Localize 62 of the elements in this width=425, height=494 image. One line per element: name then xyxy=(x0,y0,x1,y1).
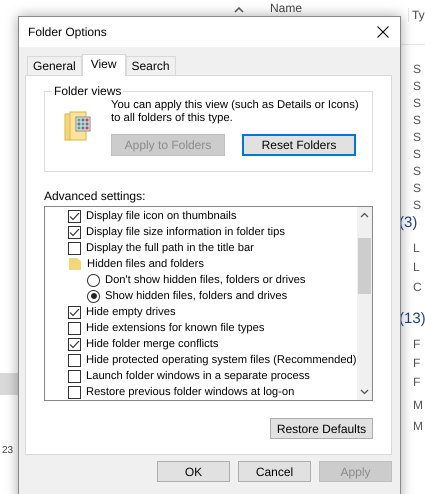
column-header[interactable]: Ty xyxy=(408,8,425,22)
checkbox[interactable] xyxy=(68,210,81,222)
scroll-down-icon[interactable] xyxy=(360,389,369,395)
setting-label[interactable]: Display file icon on thumbnails xyxy=(86,210,236,222)
group-title: Folder views xyxy=(52,84,124,98)
dialog-button[interactable]: OK xyxy=(157,461,230,482)
setting-label[interactable]: Display the full path in the title bar xyxy=(86,242,254,254)
description-text: You can apply this view (such as Details or Icons) to all folders of this type. xyxy=(111,99,360,125)
file-list-text: S xyxy=(413,181,422,195)
restore-defaults-button[interactable]: Restore Defaults xyxy=(270,418,373,439)
status-text: 23 xyxy=(2,445,14,456)
category-label: Hidden files and folders xyxy=(87,258,204,270)
file-list-text: S xyxy=(413,198,422,212)
folder-action-button[interactable]: Reset Folders xyxy=(242,134,356,156)
checkbox[interactable] xyxy=(68,386,81,398)
file-list-text: F xyxy=(413,356,420,370)
scroll-up-icon[interactable] xyxy=(234,7,244,13)
tab[interactable]: View xyxy=(82,54,126,76)
setting-label[interactable]: Don't show hidden files, folders or drives xyxy=(105,274,306,286)
setting-label[interactable]: Hide empty drives xyxy=(86,306,176,318)
setting-label[interactable]: Hide folder merge conflicts xyxy=(86,338,218,350)
file-list-text: F xyxy=(413,375,420,389)
file-list-text: S xyxy=(413,147,422,161)
setting-label[interactable]: Hide extensions for known file types xyxy=(86,322,264,334)
checkbox[interactable] xyxy=(68,338,81,350)
setting-label[interactable]: Launch folder windows in a separate process xyxy=(86,370,310,382)
section-label: Advanced settings: xyxy=(44,189,146,203)
file-list-text: S xyxy=(413,79,422,93)
setting-label[interactable]: Show hidden files, folders and drives xyxy=(105,290,288,302)
file-list-text: S xyxy=(413,113,422,127)
checkbox[interactable] xyxy=(68,322,81,334)
radio-button[interactable] xyxy=(87,274,100,286)
file-list-text: F xyxy=(413,337,420,351)
tab[interactable]: Search xyxy=(126,56,176,75)
setting-label[interactable]: Hide protected operating system files (Recommended) xyxy=(86,354,356,366)
file-list-text: L xyxy=(413,260,420,274)
selected-row xyxy=(0,373,20,395)
checkbox[interactable] xyxy=(68,226,81,238)
radio-button[interactable] xyxy=(87,290,100,302)
window-title: Folder Options xyxy=(28,25,107,39)
column-header[interactable]: Name xyxy=(270,1,302,15)
file-list-text: S xyxy=(413,96,422,110)
setting-label[interactable]: Restore previous folder windows at log-on xyxy=(86,386,294,398)
checkbox[interactable] xyxy=(68,370,81,382)
folder-icon xyxy=(64,111,92,141)
checkbox[interactable] xyxy=(68,242,81,254)
checkbox[interactable] xyxy=(68,354,81,366)
checkbox[interactable] xyxy=(68,306,81,318)
close-icon[interactable] xyxy=(377,26,389,38)
file-list-text: S xyxy=(413,62,422,76)
folder-icon xyxy=(69,258,81,270)
tab[interactable]: General xyxy=(27,56,82,75)
file-list-text: C xyxy=(413,280,422,294)
file-list-text: M xyxy=(413,398,423,412)
setting-label[interactable]: Display file size information in folder tips xyxy=(86,226,285,238)
file-list-text: M xyxy=(413,419,423,433)
scroll-up-icon[interactable] xyxy=(360,212,369,218)
dialog-button[interactable]: Cancel xyxy=(238,461,311,482)
file-list-text: S xyxy=(413,130,422,144)
file-list-text: S xyxy=(413,164,422,178)
scrollbar-thumb[interactable] xyxy=(358,238,371,294)
file-list-text: L xyxy=(413,241,420,255)
